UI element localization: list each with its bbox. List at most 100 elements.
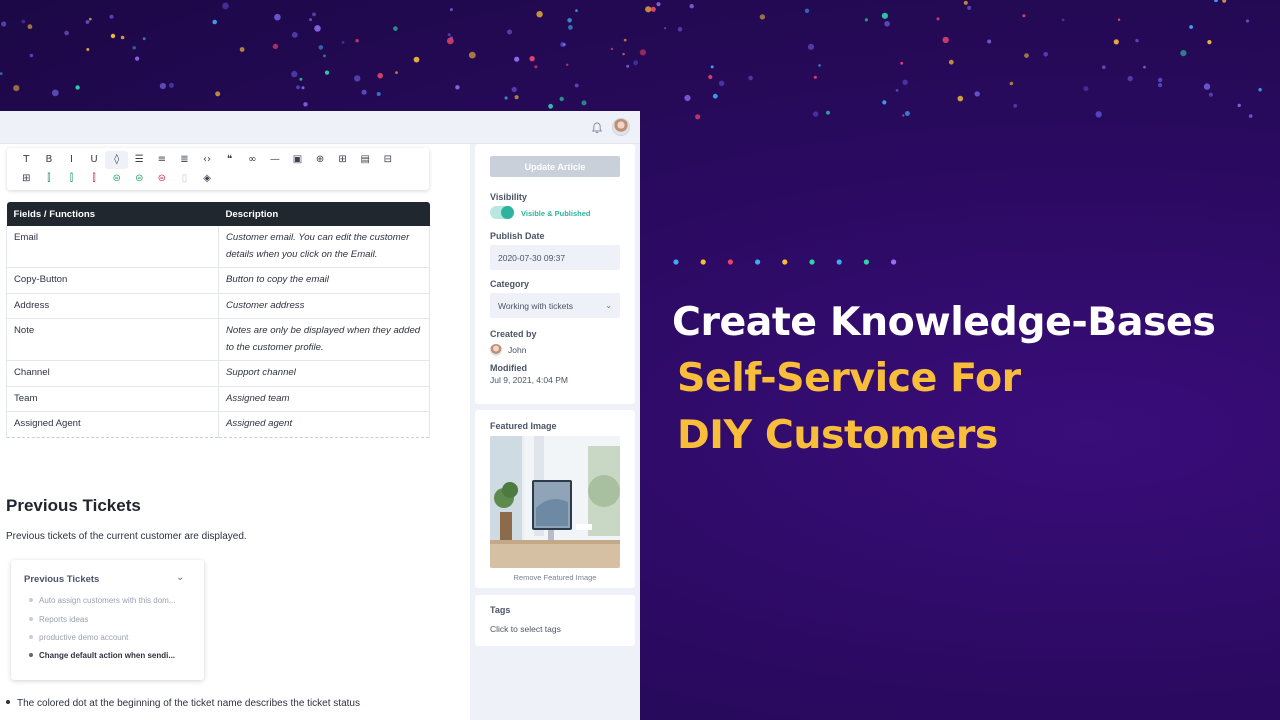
confetti-dot: [902, 114, 905, 117]
confetti-dot: [1013, 104, 1018, 108]
confetti-dot: [974, 91, 980, 97]
confetti-dot: [1009, 81, 1014, 86]
confetti-dot: [323, 54, 326, 58]
merge-cells-icon[interactable]: ▯: [173, 170, 196, 188]
list-item[interactable]: Reports ideas: [29, 615, 88, 624]
document-icon[interactable]: ▤: [354, 151, 377, 169]
confetti-dot: [948, 59, 954, 65]
table-grid-icon[interactable]: ⊞: [15, 170, 38, 188]
bullet-list-icon[interactable]: ☰: [128, 151, 151, 169]
confetti-dot: [813, 75, 817, 79]
embed-icon[interactable]: ⊟: [377, 151, 400, 169]
table-row: Assigned Agent Assigned agent: [6, 411, 430, 438]
link-icon[interactable]: ∞: [241, 151, 264, 169]
chevron-down-icon[interactable]: ⌄: [176, 572, 184, 583]
article-settings-card: Update Article Visibility Visible & Publ…: [475, 144, 635, 404]
creator-avatar: [490, 344, 502, 356]
confetti-dot: [710, 65, 714, 69]
confetti-dot: [354, 75, 361, 82]
tags-select[interactable]: Click to select tags: [490, 624, 561, 634]
confetti-dot: [1189, 25, 1193, 29]
confetti-dot: [818, 64, 821, 67]
italic-icon[interactable]: I: [60, 151, 83, 169]
confetti-dot: [904, 111, 910, 116]
confetti-dot: [120, 35, 125, 40]
quote-icon[interactable]: ❝: [218, 151, 241, 169]
confetti-dot: [291, 32, 298, 38]
table-cell-description: Assigned agent: [218, 411, 430, 438]
confetti-dot: [695, 114, 701, 120]
confetti-dot: [376, 92, 381, 96]
image-icon[interactable]: ▣: [286, 151, 309, 169]
confetti-dot: [610, 47, 614, 51]
add-column-before-icon[interactable]: ⫿: [60, 170, 83, 188]
toolbar-row-formatting: T B I U ◊ ☰ ≡ ≣ ‹› ❝ ∞ — ▣ ⊕ ⊞ ▤ ⊟: [15, 151, 399, 169]
decorative-dots-row: [673, 259, 897, 265]
confetti-dot: [1043, 52, 1048, 57]
confetti-dot: [581, 100, 587, 106]
confetti-dot: [1022, 14, 1026, 18]
confetti-dot: [312, 12, 316, 17]
table-cell-field: Channel: [6, 360, 219, 387]
update-article-button[interactable]: Update Article: [490, 156, 620, 177]
confetti-dot: [29, 53, 34, 58]
delete-row-icon[interactable]: ⊜: [151, 170, 174, 188]
confetti-dot: [132, 46, 136, 50]
confetti-dot: [355, 39, 359, 43]
table-row: Email Customer email. You can edit the cu…: [6, 226, 430, 268]
list-item-label: Change default action when sendi...: [39, 651, 176, 660]
confetti-dot: [677, 27, 683, 32]
list-item[interactable]: Auto assign customers with this dom...: [29, 596, 176, 605]
visibility-toggle[interactable]: [490, 206, 514, 219]
table-icon[interactable]: ⊞: [331, 151, 354, 169]
table-cell-field: Email: [6, 226, 219, 268]
confetti-dot: [1158, 83, 1163, 88]
confetti-dot: [514, 56, 520, 62]
table-header-fields: Fields / Functions: [6, 202, 219, 226]
table-cell-field: Note: [6, 318, 219, 361]
list-item-label: productive demo account: [39, 633, 129, 642]
cell-fill-icon[interactable]: ◈: [196, 170, 219, 188]
color-drop-icon[interactable]: ◊: [105, 151, 128, 169]
remove-featured-image-link[interactable]: Remove Featured Image: [475, 573, 635, 582]
list-item[interactable]: Change default action when sendi...: [29, 651, 175, 660]
add-row-after-icon[interactable]: ⊜: [105, 170, 128, 188]
text-icon[interactable]: T: [15, 151, 38, 169]
add-row-before-icon[interactable]: ⊜: [128, 170, 151, 188]
table-row: Address Customer address: [6, 293, 430, 319]
underline-icon[interactable]: U: [83, 151, 106, 169]
confetti-dot: [324, 70, 330, 75]
delete-column-icon[interactable]: ⫿: [83, 170, 106, 188]
align-icon[interactable]: ≣: [173, 151, 196, 169]
numbered-list-icon[interactable]: ≡: [151, 151, 174, 169]
table-cell-field: Copy-Button: [6, 267, 219, 294]
user-avatar[interactable]: [612, 118, 630, 136]
table-row: Channel Support channel: [6, 360, 430, 387]
confetti-dot: [1214, 0, 1218, 3]
confetti-dot: [864, 18, 869, 22]
list-item[interactable]: productive demo account: [29, 633, 128, 642]
table-cell-description: Customer email. You can edit the custome…: [218, 226, 430, 268]
featured-image-thumbnail[interactable]: [490, 436, 620, 568]
confetti-dot: [1203, 83, 1211, 90]
add-column-after-icon[interactable]: ⫿: [38, 170, 61, 188]
category-select[interactable]: Working with tickets ⌄: [490, 293, 620, 318]
confetti-dot: [900, 61, 904, 65]
add-circle-icon[interactable]: ⊕: [309, 151, 332, 169]
bold-icon[interactable]: B: [38, 151, 61, 169]
confetti-dot: [1143, 65, 1146, 69]
confetti-dot: [881, 12, 889, 19]
confetti-dot: [507, 29, 512, 35]
confetti-dot: [291, 70, 298, 78]
table-cell-description: Customer address: [218, 293, 430, 319]
confetti-dot: [1113, 39, 1119, 45]
status-dot-icon: [29, 598, 33, 602]
bell-icon[interactable]: [590, 121, 604, 135]
confetti-dot: [812, 111, 819, 117]
confetti-dot: [689, 3, 694, 9]
horizontal-rule-icon[interactable]: —: [264, 151, 287, 169]
code-icon[interactable]: ‹›: [196, 151, 219, 169]
confetti-dot: [1207, 40, 1212, 45]
confetti-dot: [215, 91, 221, 97]
publish-date-input[interactable]: 2020-07-30 09:37: [490, 245, 620, 270]
